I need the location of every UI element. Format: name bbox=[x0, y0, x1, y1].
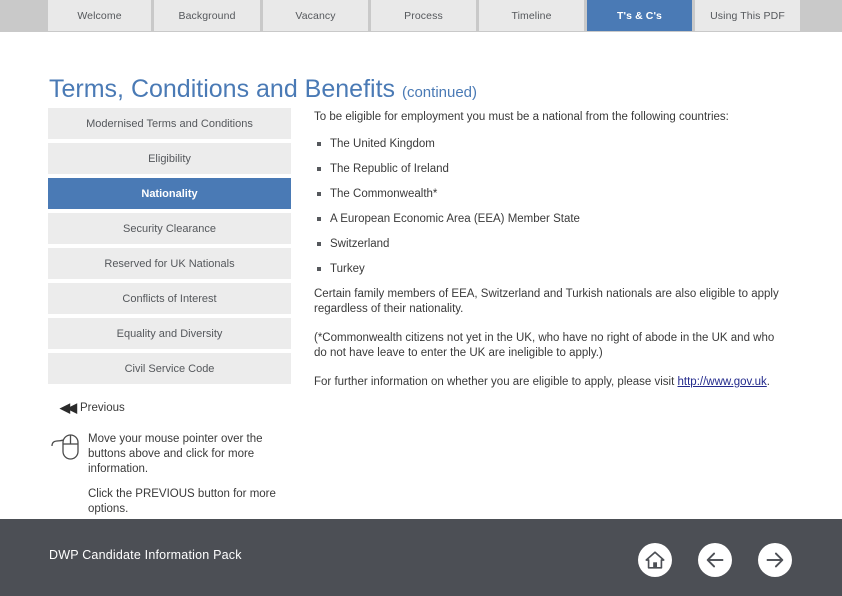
tab-label: Welcome bbox=[77, 9, 122, 22]
forward-button[interactable] bbox=[758, 543, 792, 577]
nav-item-label: Modernised Terms and Conditions bbox=[86, 117, 253, 130]
tab-welcome[interactable]: Welcome bbox=[48, 0, 151, 31]
arrow-left-icon bbox=[706, 552, 724, 568]
page-title-continued: (continued) bbox=[401, 84, 478, 101]
home-button[interactable] bbox=[638, 543, 672, 577]
nav-item-label: Equality and Diversity bbox=[116, 327, 223, 340]
nav-item-nationality[interactable]: Nationality bbox=[48, 178, 291, 209]
previous-button[interactable]: ◀◀ Previous bbox=[60, 401, 125, 414]
further-info-prefix: For further information on whether you a… bbox=[314, 376, 678, 388]
tab-label: Timeline bbox=[511, 9, 552, 22]
tab-bar: Welcome Background Vacancy Process Timel… bbox=[48, 0, 800, 31]
list-item: The Commonwealth* bbox=[314, 187, 784, 201]
mouse-hint-text: Move your mouse pointer over the buttons… bbox=[88, 433, 263, 475]
previous-button-label: Previous bbox=[80, 401, 125, 414]
nav-item-equality-and-diversity[interactable]: Equality and Diversity bbox=[48, 318, 291, 349]
tab-label: Background bbox=[178, 9, 236, 22]
tab-process[interactable]: Process bbox=[371, 0, 476, 31]
tab-label: Using This PDF bbox=[710, 9, 785, 22]
footer-title: DWP Candidate Information Pack bbox=[49, 548, 242, 562]
paragraph-commonwealth-footnote: (*Commonwealth citizens not yet in the U… bbox=[314, 332, 775, 359]
back-button[interactable] bbox=[698, 543, 732, 577]
tab-terms-and-conditions[interactable]: T's & C's bbox=[587, 0, 692, 31]
tab-timeline[interactable]: Timeline bbox=[479, 0, 584, 31]
list-item: The United Kingdom bbox=[314, 137, 784, 151]
tab-label: T's & C's bbox=[617, 9, 662, 22]
nav-item-security-clearance[interactable]: Security Clearance bbox=[48, 213, 291, 244]
nav-item-label: Conflicts of Interest bbox=[122, 292, 217, 305]
footer: DWP Candidate Information Pack bbox=[0, 519, 842, 596]
list-item: A European Economic Area (EEA) Member St… bbox=[314, 212, 784, 226]
arrow-right-icon bbox=[766, 552, 784, 568]
mouse-icon bbox=[50, 430, 88, 466]
list-item: Switzerland bbox=[314, 237, 784, 251]
main-content: To be eligible for employment you must b… bbox=[314, 110, 784, 404]
nav-item-label: Civil Service Code bbox=[124, 362, 215, 375]
eligible-countries-list: The United Kingdom The Republic of Irela… bbox=[314, 137, 784, 276]
page-title-main: Terms, Conditions and Benefits bbox=[49, 75, 396, 103]
list-item: The Republic of Ireland bbox=[314, 162, 784, 176]
nav-item-label: Eligibility bbox=[148, 152, 191, 165]
nav-item-reserved-for-uk-nationals[interactable]: Reserved for UK Nationals bbox=[48, 248, 291, 279]
nav-item-label: Security Clearance bbox=[123, 222, 216, 235]
double-chevron-left-icon: ◀◀ bbox=[60, 400, 77, 415]
tab-label: Process bbox=[404, 9, 443, 22]
tab-vacancy[interactable]: Vacancy bbox=[263, 0, 368, 31]
tab-label: Vacancy bbox=[295, 9, 336, 22]
tab-background[interactable]: Background bbox=[154, 0, 260, 31]
nav-item-label: Nationality bbox=[141, 187, 198, 200]
content-lead: To be eligible for employment you must b… bbox=[314, 111, 729, 123]
nav-item-civil-service-code[interactable]: Civil Service Code bbox=[48, 353, 291, 384]
home-icon bbox=[645, 551, 665, 569]
previous-hint-text: Click the PREVIOUS button for more optio… bbox=[88, 488, 276, 515]
paragraph-further-information: For further information on whether you a… bbox=[314, 375, 784, 390]
section-navigation: Modernised Terms and Conditions Eligibil… bbox=[48, 108, 291, 388]
nav-item-conflicts-of-interest[interactable]: Conflicts of Interest bbox=[48, 283, 291, 314]
gov-uk-link[interactable]: http://www.gov.uk bbox=[678, 376, 767, 388]
nav-item-modernised-terms-and-conditions[interactable]: Modernised Terms and Conditions bbox=[48, 108, 291, 139]
tab-using-this-pdf[interactable]: Using This PDF bbox=[695, 0, 800, 31]
page-title: Terms, Conditions and Benefits (continue… bbox=[49, 74, 477, 108]
further-info-suffix: . bbox=[766, 376, 770, 388]
nav-item-label: Reserved for UK Nationals bbox=[104, 257, 235, 270]
footer-navigation bbox=[638, 543, 792, 577]
nav-item-eligibility[interactable]: Eligibility bbox=[48, 143, 291, 174]
list-item: Turkey bbox=[314, 262, 784, 276]
paragraph-family-members: Certain family members of EEA, Switzerla… bbox=[314, 288, 779, 315]
